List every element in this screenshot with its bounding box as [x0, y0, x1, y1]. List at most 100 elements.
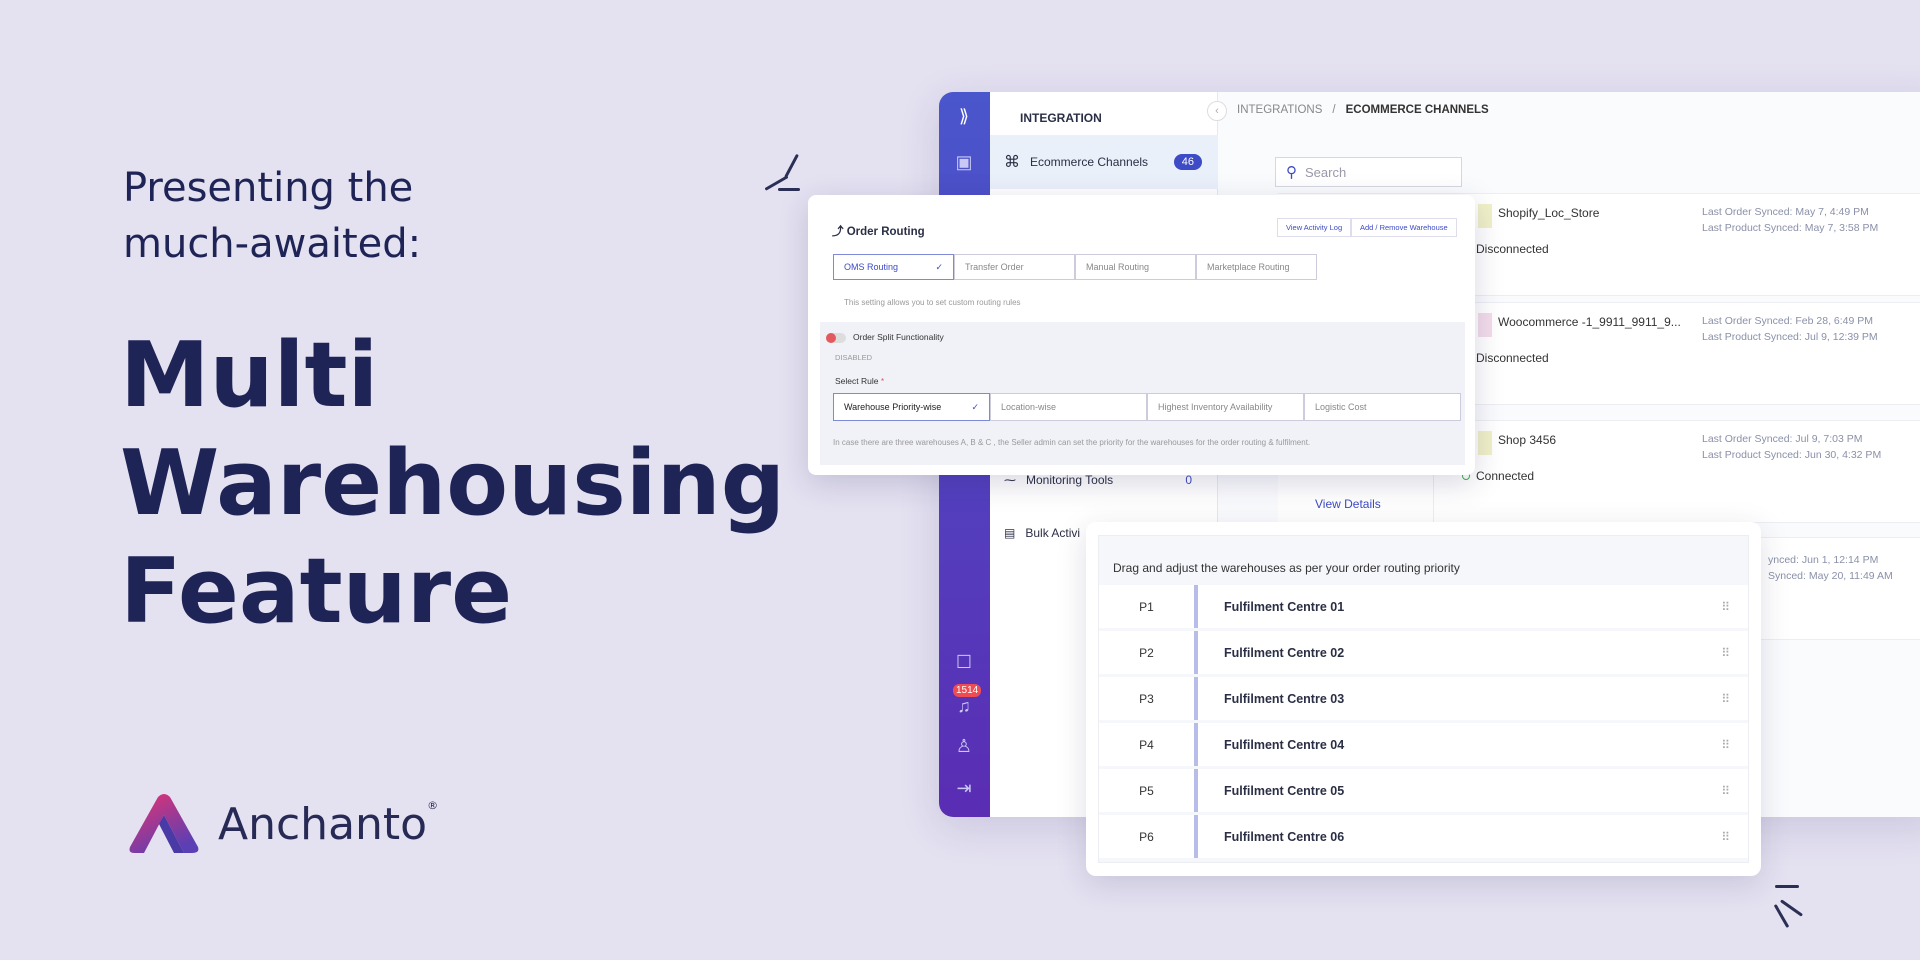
warehouse-row[interactable]: P2 Fulfilment Centre 02 ⠿: [1099, 631, 1748, 674]
warehouse-row[interactable]: P5 Fulfilment Centre 05 ⠿: [1099, 769, 1748, 812]
notification-badge: 1514: [953, 684, 982, 697]
row-divider: [1194, 585, 1198, 628]
row-divider: [1194, 769, 1198, 812]
logout-icon[interactable]: ⇥: [952, 776, 976, 800]
rule-highest-inventory[interactable]: Highest Inventory Availability: [1147, 393, 1304, 421]
check-icon: ✓: [971, 401, 979, 412]
rule-warehouse-priority[interactable]: Warehouse Priority-wise ✓: [833, 393, 990, 421]
chat-icon[interactable]: ☐: [952, 650, 976, 674]
drag-handle-icon[interactable]: ⠿: [1721, 738, 1730, 752]
help-text: This setting allows you to set custom ro…: [844, 298, 1021, 307]
toggle-label: Order Split Functionality: [853, 332, 944, 342]
warehouse-row[interactable]: P1 Fulfilment Centre 01 ⠿: [1099, 585, 1748, 628]
select-rule-label: Select Rule *: [835, 376, 885, 386]
add-remove-warehouse-button[interactable]: Add / Remove Warehouse: [1351, 218, 1457, 237]
warehouse-row[interactable]: P3 Fulfilment Centre 03 ⠿: [1099, 677, 1748, 720]
layout-icon[interactable]: ▣: [952, 150, 976, 174]
drag-handle-icon[interactable]: ⠿: [1721, 646, 1730, 660]
anchanto-logo-icon: [129, 794, 199, 853]
view-activity-log-button[interactable]: View Activity Log: [1277, 218, 1352, 237]
brand-name: Anchanto: [218, 798, 428, 850]
nav-item-ecommerce-channels[interactable]: ⌘ Ecommerce Channels 46: [990, 135, 1218, 189]
channel-status: Disconnected: [1476, 351, 1549, 365]
brand-logo: Anchanto®: [128, 793, 438, 855]
sync-info: Last Order Synced: Feb 28, 6:49 PM Last P…: [1702, 315, 1878, 343]
warehouse-row[interactable]: P6 Fulfilment Centre 06 ⠿: [1099, 815, 1748, 858]
bell-icon[interactable]: ♫: [952, 694, 976, 718]
rule-description: In case there are three warehouses A, B …: [833, 438, 1311, 447]
headline-line: Warehousing: [120, 431, 786, 536]
priority-list: Drag and adjust the warehouses as per yo…: [1098, 535, 1749, 863]
activity-icon: ⁓: [1004, 473, 1016, 487]
intro-line: Presenting the: [123, 165, 414, 211]
row-divider: [1194, 815, 1198, 858]
search-input[interactable]: ⚲ Search: [1275, 157, 1462, 187]
decor-stroke: [1775, 885, 1799, 888]
view-details-link[interactable]: View Details: [1315, 497, 1381, 511]
app-logo-icon[interactable]: ⟫: [952, 104, 976, 128]
headline: Multi Warehousing Feature: [120, 322, 785, 646]
user-icon[interactable]: ♙: [952, 734, 976, 758]
count-badge: 46: [1173, 154, 1202, 170]
sync-info: ynced: Jun 1, 12:14 PM Synced: May 20, 11…: [1768, 554, 1893, 582]
priority-header: Drag and adjust the warehouses as per yo…: [1113, 561, 1460, 575]
panel-title: ⤴ Order Routing: [832, 226, 925, 238]
channel-name: Woocommerce -1_9911_9911_9...: [1498, 315, 1681, 329]
channel-avatar: [1478, 313, 1492, 337]
warehouse-name: Fulfilment Centre 04: [1224, 737, 1345, 752]
search-placeholder: Search: [1305, 164, 1347, 180]
warehouse-row[interactable]: P4 Fulfilment Centre 04 ⠿: [1099, 723, 1748, 766]
warehouse-name: Fulfilment Centre 05: [1224, 783, 1345, 798]
breadcrumb-link[interactable]: INTEGRATIONS: [1237, 104, 1322, 116]
row-divider: [1194, 677, 1198, 720]
priority-label: P2: [1139, 645, 1154, 660]
sync-info: Last Order Synced: Jul 9, 7:03 PM Last Pr…: [1702, 433, 1882, 461]
row-divider: [1194, 631, 1198, 674]
sync-info: Last Order Synced: May 7, 4:49 PM Last Pr…: [1702, 206, 1879, 234]
order-split-toggle[interactable]: [826, 333, 846, 343]
rule-location-wise[interactable]: Location-wise: [990, 393, 1147, 421]
channel-avatar: [1478, 204, 1492, 228]
collapse-nav-button[interactable]: ‹: [1207, 101, 1227, 121]
channel-name: Shop 3456: [1498, 433, 1557, 447]
tab-manual-routing[interactable]: Manual Routing: [1075, 254, 1196, 280]
tab-marketplace-routing[interactable]: Marketplace Routing: [1196, 254, 1317, 280]
warehouse-name: Fulfilment Centre 02: [1224, 645, 1345, 660]
decor-stroke: [778, 188, 800, 191]
warehouse-name: Fulfilment Centre 06: [1224, 829, 1345, 844]
breadcrumb-separator: /: [1332, 104, 1336, 116]
rule-settings: Order Split Functionality DISABLED Selec…: [820, 322, 1465, 465]
nav-section-title: INTEGRATION: [1020, 111, 1102, 125]
intro-text: Presenting the much-awaited:: [123, 160, 421, 272]
headline-line: Multi: [120, 323, 379, 428]
routing-icon: ⤴: [832, 226, 844, 238]
drag-handle-icon[interactable]: ⠿: [1721, 692, 1730, 706]
order-routing-panel: ⤴ Order Routing View Activity Log Add / …: [808, 195, 1475, 475]
decor-stroke: [1779, 899, 1804, 917]
search-icon: ⚲: [1286, 164, 1297, 181]
registered-mark: ®: [427, 798, 439, 812]
drag-handle-icon[interactable]: ⠿: [1721, 830, 1730, 844]
tab-oms-routing[interactable]: OMS Routing ✓: [833, 254, 954, 280]
rule-logistic-cost[interactable]: Logistic Cost: [1304, 393, 1461, 421]
channel-name: Shopify_Loc_Store: [1498, 206, 1600, 220]
command-icon: ⌘: [1004, 154, 1020, 171]
breadcrumb-current: ECOMMERCE CHANNELS: [1345, 104, 1489, 116]
decor-stroke: [1773, 903, 1790, 929]
priority-label: P6: [1139, 829, 1154, 844]
channel-avatar: [1478, 431, 1492, 455]
priority-label: P5: [1139, 783, 1154, 798]
nav-item-label: Bulk Activi: [1025, 526, 1081, 540]
intro-line: much-awaited:: [123, 221, 422, 267]
priority-label: P3: [1139, 691, 1154, 706]
warehouse-name: Fulfilment Centre 01: [1224, 599, 1345, 614]
warehouse-name: Fulfilment Centre 03: [1224, 691, 1345, 706]
nav-item-label: Monitoring Tools: [1026, 473, 1114, 487]
channel-status: Disconnected: [1476, 242, 1549, 256]
priority-label: P4: [1139, 737, 1154, 752]
drag-handle-icon[interactable]: ⠿: [1721, 600, 1730, 614]
priority-label: P1: [1139, 599, 1154, 614]
toggle-state: DISABLED: [835, 353, 873, 362]
drag-handle-icon[interactable]: ⠿: [1721, 784, 1730, 798]
tab-transfer-order[interactable]: Transfer Order: [954, 254, 1075, 280]
